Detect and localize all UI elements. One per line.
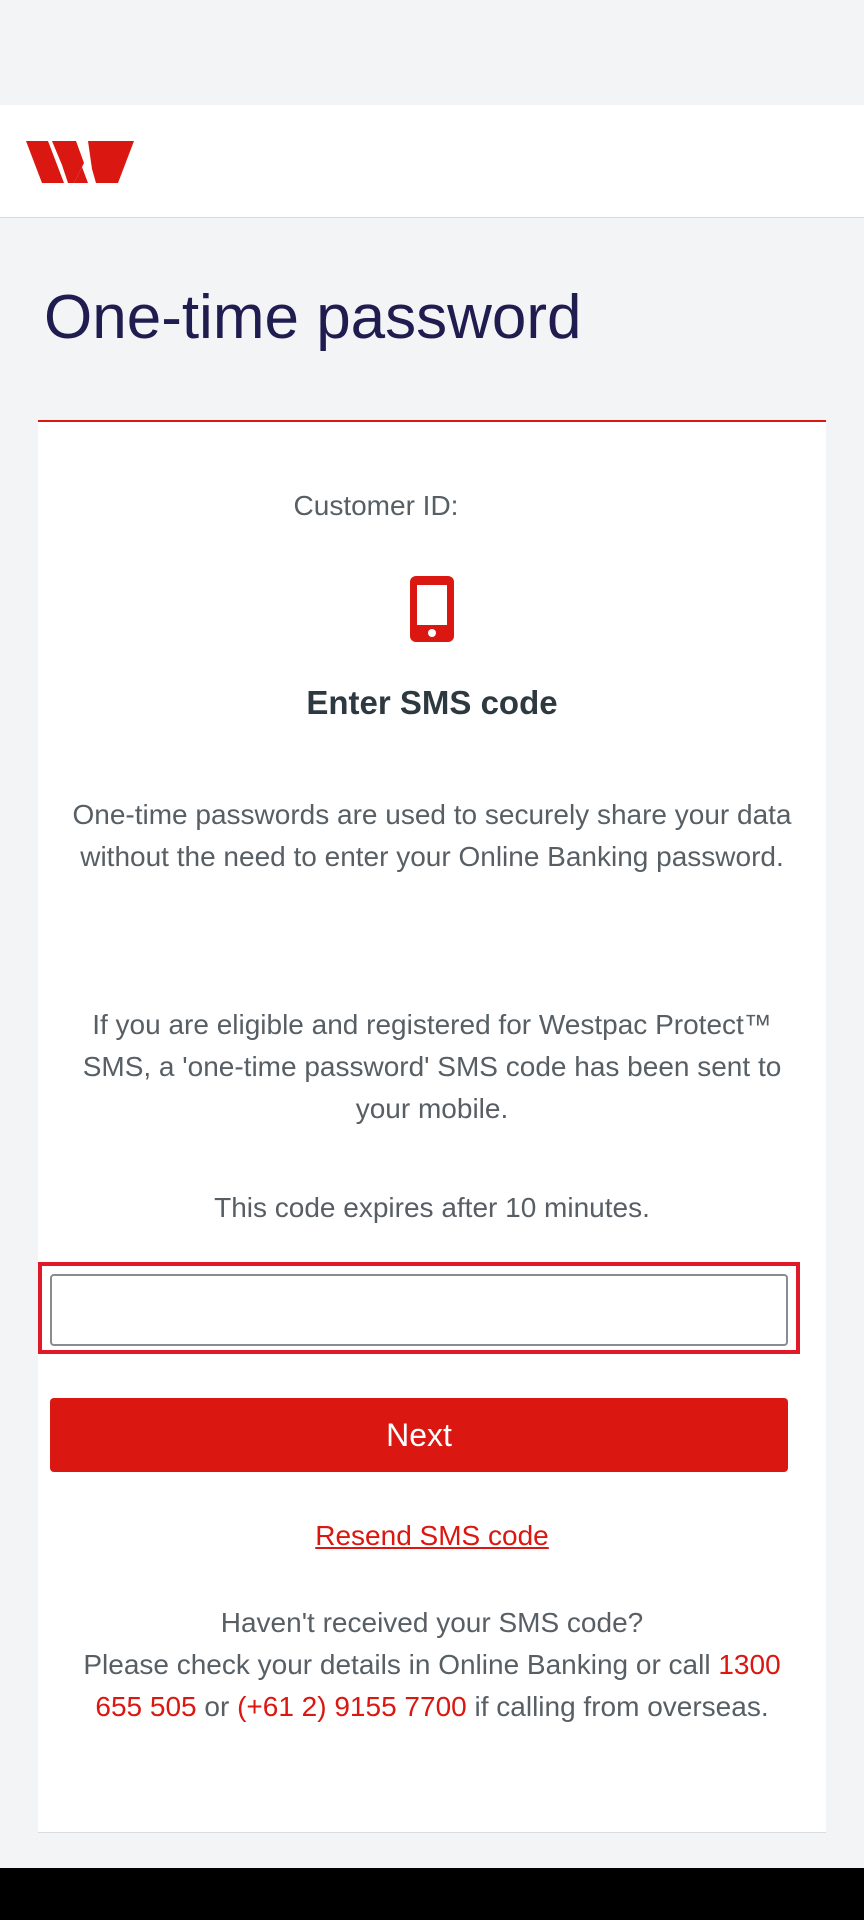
sms-heading: Enter SMS code bbox=[306, 684, 558, 721]
smartphone-icon bbox=[410, 576, 454, 642]
help-text: Haven't received your SMS code? Please c… bbox=[58, 1602, 806, 1728]
system-navigation-bar bbox=[0, 1868, 864, 1920]
westpac-logo bbox=[26, 141, 134, 183]
otp-card: Customer ID: Enter SMS code One-time pas… bbox=[38, 420, 826, 1832]
sms-code-input[interactable] bbox=[50, 1274, 788, 1346]
sms-sent-info: If you are eligible and registered for W… bbox=[82, 1009, 782, 1124]
help-prefix: Please check your details in Online Bank… bbox=[83, 1649, 719, 1680]
help-suffix: if calling from overseas. bbox=[466, 1691, 769, 1722]
page-title: One-time password bbox=[44, 283, 582, 352]
next-button[interactable]: Next bbox=[50, 1398, 788, 1472]
resend-sms-link[interactable]: Resend SMS code bbox=[38, 1520, 826, 1552]
help-question: Haven't received your SMS code? bbox=[220, 1607, 644, 1638]
help-details: Please check your details in Online Bank… bbox=[58, 1644, 806, 1728]
phone-link-overseas[interactable]: (+61 2) 9155 7700 bbox=[237, 1691, 467, 1722]
help-connector: or bbox=[196, 1691, 238, 1722]
status-area bbox=[0, 0, 864, 105]
customer-id-label: Customer ID: bbox=[293, 490, 459, 521]
app-header bbox=[0, 105, 864, 218]
otp-description: One-time passwords are used to securely … bbox=[72, 799, 792, 872]
expiry-notice: This code expires after 10 minutes. bbox=[214, 1192, 650, 1223]
